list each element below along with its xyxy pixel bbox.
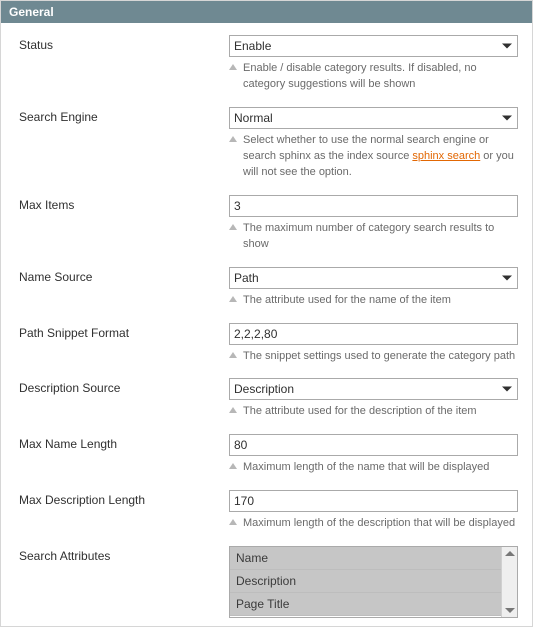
max-name-length-label: Max Name Length <box>19 434 229 451</box>
hint-caret-icon <box>229 64 237 70</box>
hint-caret-icon <box>229 407 237 413</box>
path-snippet-label: Path Snippet Format <box>19 323 229 340</box>
row-path-snippet: Path Snippet Format The snippet settings… <box>19 323 518 365</box>
description-source-label: Description Source <box>19 378 229 395</box>
name-source-hint-text: The attribute used for the name of the i… <box>243 293 451 309</box>
row-description-source: Description Source Description The attri… <box>19 378 518 420</box>
max-items-input[interactable] <box>229 195 518 217</box>
list-item[interactable]: Name <box>230 547 517 570</box>
row-max-description-length: Max Description Length Maximum length of… <box>19 490 518 532</box>
status-hint-text: Enable / disable category results. If di… <box>243 61 518 93</box>
hint-caret-icon <box>229 296 237 302</box>
max-description-length-hint: Maximum length of the description that w… <box>229 516 518 532</box>
row-search-attributes: Search Attributes Name Description Page … <box>19 546 518 618</box>
name-source-label: Name Source <box>19 267 229 284</box>
description-source-hint-text: The attribute used for the description o… <box>243 404 477 420</box>
status-label: Status <box>19 35 229 52</box>
max-description-length-label: Max Description Length <box>19 490 229 507</box>
panel-title: General <box>1 1 532 23</box>
chevron-down-icon <box>505 608 515 613</box>
name-source-select[interactable]: Path <box>229 267 518 289</box>
general-panel: General Status Enable Enable / disable c… <box>0 0 533 627</box>
search-engine-select[interactable]: Normal <box>229 107 518 129</box>
max-description-length-hint-text: Maximum length of the description that w… <box>243 516 515 532</box>
hint-caret-icon <box>229 224 237 230</box>
search-attributes-multiselect[interactable]: Name Description Page Title <box>229 546 518 618</box>
scrollbar[interactable] <box>501 547 517 617</box>
list-item[interactable]: Page Title <box>230 593 517 616</box>
max-name-length-hint-text: Maximum length of the name that will be … <box>243 460 489 476</box>
sphinx-search-link[interactable]: sphinx search <box>412 150 480 162</box>
panel-body: Status Enable Enable / disable category … <box>1 23 532 626</box>
description-source-select[interactable]: Description <box>229 378 518 400</box>
hint-caret-icon <box>229 463 237 469</box>
row-max-name-length: Max Name Length Maximum length of the na… <box>19 434 518 476</box>
row-max-items: Max Items The maximum number of category… <box>19 195 518 253</box>
list-item[interactable]: Description <box>230 570 517 593</box>
hint-caret-icon <box>229 352 237 358</box>
path-snippet-hint-text: The snippet settings used to generate th… <box>243 349 515 365</box>
description-source-hint: The attribute used for the description o… <box>229 404 518 420</box>
hint-caret-icon <box>229 136 237 142</box>
max-name-length-hint: Maximum length of the name that will be … <box>229 460 518 476</box>
max-name-length-input[interactable] <box>229 434 518 456</box>
chevron-up-icon <box>505 551 515 556</box>
status-hint: Enable / disable category results. If di… <box>229 61 518 93</box>
search-engine-hint: Select whether to use the normal search … <box>229 133 518 181</box>
hint-caret-icon <box>229 519 237 525</box>
search-attributes-label: Search Attributes <box>19 546 229 563</box>
max-items-hint: The maximum number of category search re… <box>229 221 518 253</box>
row-status: Status Enable Enable / disable category … <box>19 35 518 93</box>
max-items-label: Max Items <box>19 195 229 212</box>
max-description-length-input[interactable] <box>229 490 518 512</box>
row-search-engine: Search Engine Normal Select whether to u… <box>19 107 518 181</box>
search-engine-hint-text: Select whether to use the normal search … <box>243 133 518 181</box>
max-items-hint-text: The maximum number of category search re… <box>243 221 518 253</box>
search-engine-label: Search Engine <box>19 107 229 124</box>
row-name-source: Name Source Path The attribute used for … <box>19 267 518 309</box>
name-source-hint: The attribute used for the name of the i… <box>229 293 518 309</box>
path-snippet-hint: The snippet settings used to generate th… <box>229 349 518 365</box>
path-snippet-input[interactable] <box>229 323 518 345</box>
status-select[interactable]: Enable <box>229 35 518 57</box>
